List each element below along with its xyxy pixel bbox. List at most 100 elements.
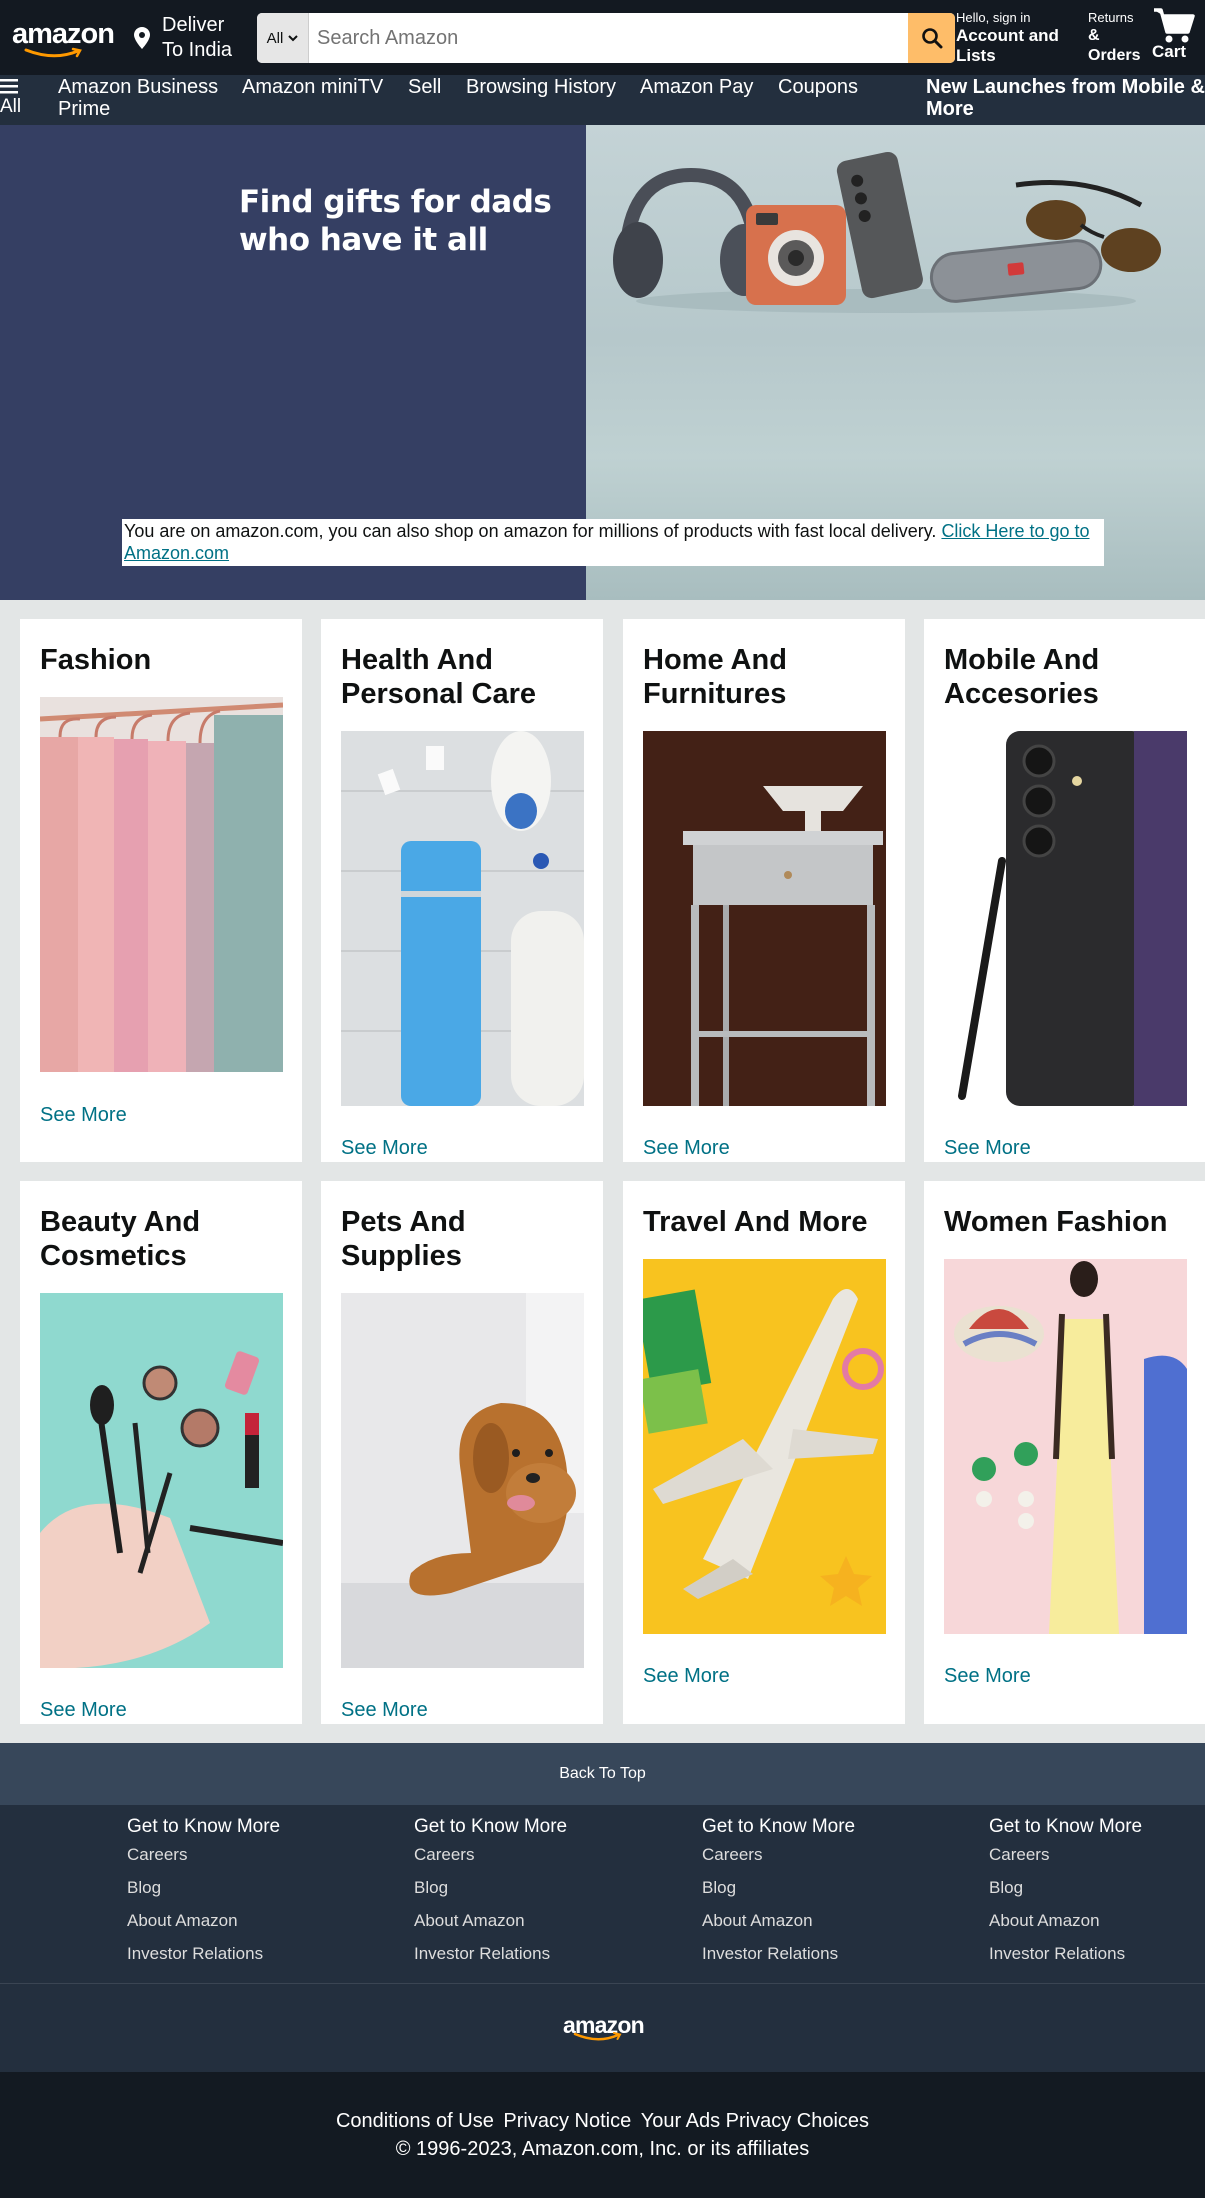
footer-link-careers[interactable]: Careers [127, 1845, 377, 1865]
see-more-link[interactable]: See More [40, 1699, 127, 1722]
search-input[interactable] [309, 13, 908, 63]
see-more-link[interactable]: See More [643, 1137, 730, 1160]
returns-top-label: Returns [1088, 10, 1134, 25]
footer-links: Get to Know More Careers Blog About Amaz… [0, 1805, 1205, 1983]
footer-link-careers[interactable]: Careers [414, 1845, 664, 1865]
nav-all-label: All [0, 96, 22, 117]
headphones-image [613, 167, 768, 298]
legal-links: Conditions of Use Privacy Notice Your Ad… [0, 2072, 1205, 2135]
footer-link-blog[interactable]: Blog [127, 1878, 377, 1898]
category-card-beauty[interactable]: Beauty And Cosmetics See More [20, 1181, 302, 1724]
cart-icon [1154, 8, 1195, 43]
instant-camera-image [746, 205, 846, 305]
deliver-to[interactable]: Deliver To India [134, 0, 242, 75]
cart-button[interactable]: Cart [1152, 6, 1202, 62]
card-title: Health And Personal Care [341, 644, 537, 710]
footer-link-about[interactable]: About Amazon [989, 1911, 1205, 1931]
smile-arrow-icon [573, 2032, 622, 2041]
women-fashion-image[interactable] [944, 1259, 1187, 1634]
footer-link-investors[interactable]: Investor Relations [127, 1944, 377, 1964]
footer-link-blog[interactable]: Blog [989, 1878, 1205, 1898]
footer-column: Get to Know More Careers Blog About Amaz… [702, 1815, 952, 1977]
nav-promo-link[interactable]: New Launches from Mobile & More [926, 75, 1205, 120]
see-more-link[interactable]: See More [643, 1665, 730, 1688]
card-title: Travel And More [643, 1206, 868, 1238]
footer-link-about[interactable]: About Amazon [127, 1911, 377, 1931]
footer-column-heading: Get to Know More [414, 1816, 568, 1837]
footer-link-careers[interactable]: Careers [702, 1845, 952, 1865]
hamburger-menu-icon [0, 79, 18, 94]
notice-text: You are on amazon.com, you can also shop… [124, 521, 942, 541]
back-to-top-button[interactable]: Back To Top [0, 1743, 1205, 1805]
category-card-travel[interactable]: Travel And More See More [623, 1181, 905, 1724]
category-card-women-fashion[interactable]: Women Fashion See More [924, 1181, 1205, 1724]
ads-privacy-choices-link[interactable]: Your Ads Privacy Choices [641, 2110, 869, 2132]
location-pin-icon [134, 26, 150, 49]
footer-link-investors[interactable]: Investor Relations [989, 1944, 1205, 1964]
footer-link-about[interactable]: About Amazon [702, 1911, 952, 1931]
cart-label: Cart [1152, 42, 1187, 61]
category-card-fashion[interactable]: Fashion See More [20, 619, 302, 1162]
search-category-label: All [266, 29, 284, 47]
footer-column-heading: Get to Know More [702, 1816, 856, 1837]
nav-item-sell[interactable]: Sell [408, 75, 441, 98]
footer-column-heading: Get to Know More [127, 1816, 281, 1837]
see-more-link[interactable]: See More [944, 1137, 1031, 1160]
footer-column: Get to Know More Careers Blog About Amaz… [414, 1815, 664, 1977]
account-greeting: Hello, sign in [956, 10, 1031, 25]
privacy-notice-link[interactable]: Privacy Notice [503, 2110, 631, 2132]
back-to-top-label: Back To Top [559, 1765, 646, 1782]
category-card-health[interactable]: Health And Personal Care See More [321, 619, 603, 1162]
gift-products-image [613, 151, 1161, 313]
see-more-link[interactable]: See More [341, 1137, 428, 1160]
see-more-link[interactable]: See More [944, 1665, 1031, 1688]
amazon-logo[interactable]: amazon [12, 20, 116, 60]
nav-item-coupons[interactable]: Coupons [778, 75, 858, 98]
footer-link-careers[interactable]: Careers [989, 1845, 1205, 1865]
search-bar: All [257, 13, 955, 63]
search-button[interactable] [908, 13, 955, 63]
search-icon [921, 28, 942, 49]
health-image[interactable] [341, 731, 584, 1106]
footer-bottom: Conditions of Use Privacy Notice Your Ad… [0, 2072, 1205, 2198]
footer-link-about[interactable]: About Amazon [414, 1911, 664, 1931]
search-category-select[interactable]: All [257, 13, 309, 63]
mobile-image[interactable] [944, 731, 1187, 1106]
see-more-link[interactable]: See More [341, 1699, 428, 1722]
hero-banner[interactable]: Find gifts for dads who have it all You … [0, 125, 1205, 600]
footer-amazon-logo[interactable]: amazon [563, 2012, 645, 2052]
footer-link-blog[interactable]: Blog [414, 1878, 664, 1898]
card-title: Beauty And Cosmetics [40, 1206, 201, 1272]
card-title: Women Fashion [944, 1206, 1168, 1238]
travel-image[interactable] [643, 1259, 886, 1634]
returns-and-orders[interactable]: Returns & Orders [1088, 10, 1148, 66]
footer-column-heading: Get to Know More [989, 1816, 1143, 1837]
nav-item-minitv[interactable]: Amazon miniTV [242, 75, 383, 98]
card-title: Pets And Supplies [341, 1206, 466, 1272]
footer-link-blog[interactable]: Blog [702, 1878, 952, 1898]
account-label: Account and Lists [956, 26, 1059, 65]
beauty-image[interactable] [40, 1293, 283, 1668]
category-card-home[interactable]: Home And Furnitures See More [623, 619, 905, 1162]
top-header: amazon Deliver To India All Hello, sign … [0, 0, 1205, 75]
nav-item-amazon-pay[interactable]: Amazon Pay [640, 75, 753, 98]
nav-item-business-prime[interactable]: Amazon Business Prime [58, 75, 238, 120]
nav-bar: All Amazon Business Prime Amazon miniTV … [0, 75, 1205, 125]
footer-link-investors[interactable]: Investor Relations [414, 1944, 664, 1964]
card-title: Fashion [40, 644, 152, 676]
card-title: Mobile And Accesories [944, 644, 1100, 710]
footer-link-investors[interactable]: Investor Relations [702, 1944, 952, 1964]
footer-column: Get to Know More Careers Blog About Amaz… [127, 1815, 377, 1977]
nav-all-menu[interactable]: All [0, 78, 34, 118]
deliver-label: Deliver To India [162, 13, 233, 61]
category-card-mobile[interactable]: Mobile And Accesories See More [924, 619, 1205, 1162]
conditions-of-use-link[interactable]: Conditions of Use [336, 2110, 494, 2132]
pets-image[interactable] [341, 1293, 584, 1668]
copyright-text: © 1996-2023, Amazon.com, Inc. or its aff… [395, 2138, 810, 2160]
category-card-pets[interactable]: Pets And Supplies See More [321, 1181, 603, 1724]
account-and-lists[interactable]: Hello, sign in Account and Lists [956, 10, 1076, 66]
fashion-image[interactable] [40, 697, 283, 1072]
nav-item-browsing-history[interactable]: Browsing History [466, 75, 616, 98]
see-more-link[interactable]: See More [40, 1104, 127, 1127]
home-image[interactable] [643, 731, 886, 1106]
